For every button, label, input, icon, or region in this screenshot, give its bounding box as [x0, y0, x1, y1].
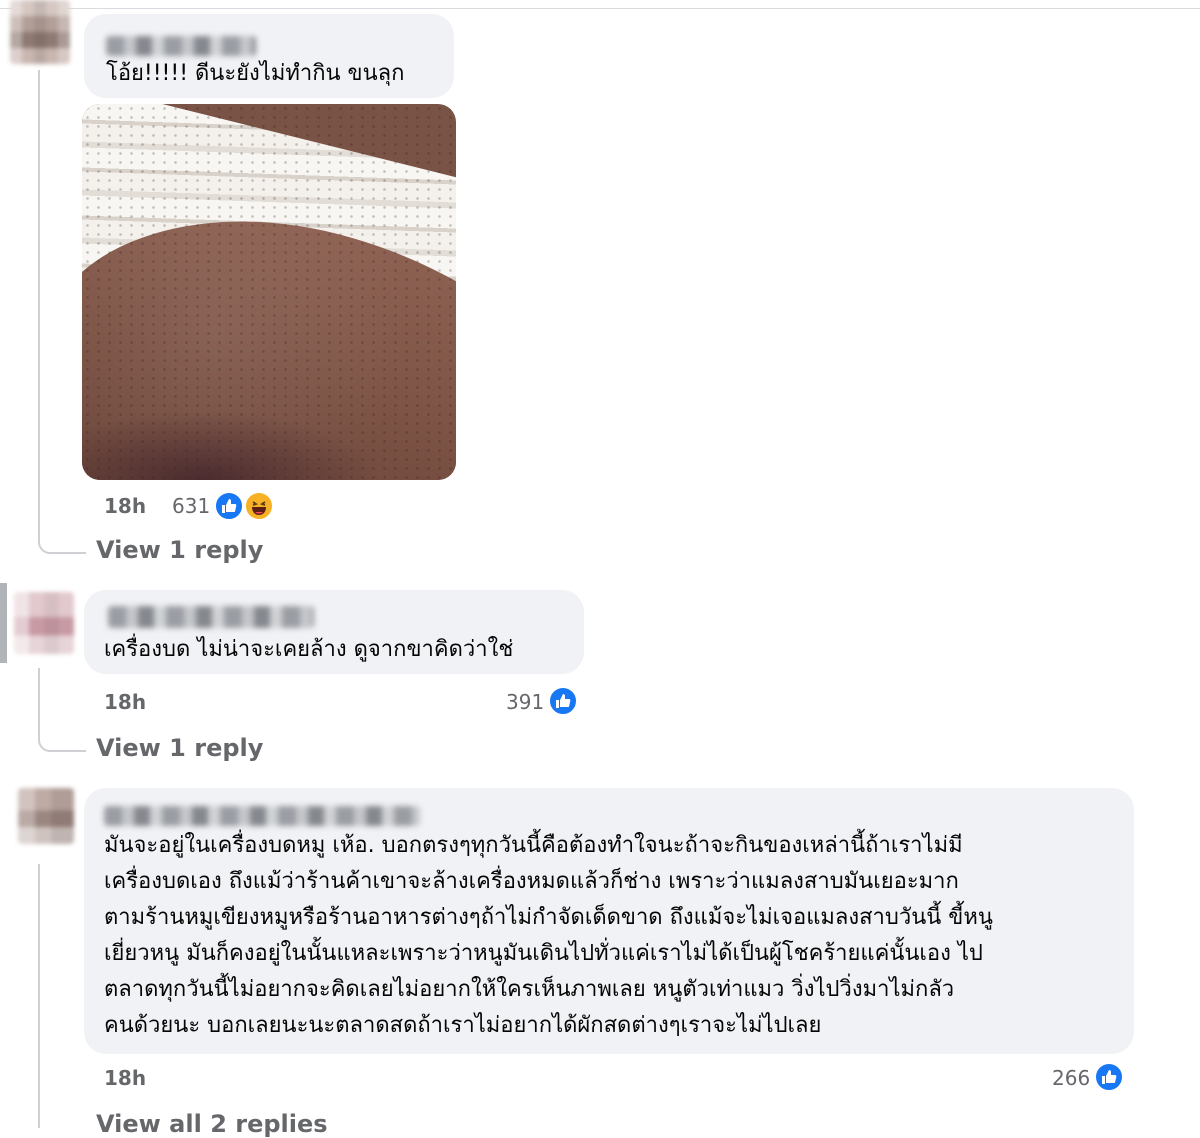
view-replies-link[interactable]: View all 2 replies: [96, 1110, 328, 1138]
comment-timestamp[interactable]: 18h: [104, 690, 146, 714]
reply-thread-line: [38, 668, 86, 752]
avatar[interactable]: [10, 0, 70, 64]
blurred-author-name[interactable]: [106, 36, 256, 56]
comment-text: เครื่องบด ไม่น่าจะเคยล้าง ดูจากขาคิดว่าใ…: [104, 637, 514, 662]
comment-timestamp[interactable]: 18h: [104, 1066, 146, 1090]
comment-photo[interactable]: [82, 104, 456, 480]
blurred-author-name[interactable]: [108, 606, 314, 628]
view-replies-link[interactable]: View 1 reply: [96, 536, 263, 564]
avatar[interactable]: [18, 788, 74, 844]
avatar[interactable]: [14, 592, 74, 654]
reaction-count[interactable]: 266: [1052, 1066, 1090, 1090]
comment-line: มันจะอยู่ในเครื่องบดหมู เห้อ. บอกตรงๆทุก…: [104, 833, 963, 858]
top-divider: [0, 0, 1200, 9]
view-replies-link[interactable]: View 1 reply: [96, 734, 263, 762]
reply-thread-line: [38, 70, 86, 554]
reaction-count[interactable]: 391: [506, 690, 544, 714]
comment-line: ตามร้านหมูเขียงหมูหรือร้านอาหารต่างๆถ้าไ…: [104, 905, 993, 930]
like-icon[interactable]: [1094, 1062, 1124, 1092]
reply-thread-line: [38, 864, 40, 1128]
comment-line: ตลาดทุกวันนี้ไม่อยากจะคิดเลยไม่อยากให้ใค…: [104, 977, 955, 1002]
haha-icon[interactable]: [244, 491, 274, 521]
comment-bubble: โอ้ย!!!!! ดีนะยังไม่ทำกิน ขนลุก: [84, 14, 454, 98]
comment-line: เครื่องบดเอง ถึงแม้ว่าร้านค้าเขาจะล้างเค…: [104, 869, 959, 894]
comment-text: โอ้ย!!!!! ดีนะยังไม่ทำกิน ขนลุก: [106, 61, 405, 86]
photo-shadow: [82, 410, 382, 480]
comment-timestamp[interactable]: 18h: [104, 494, 146, 518]
comment-line: เยี่ยวหนู มันก็คงอยู่ในนั้นแหละเพราะว่าห…: [104, 941, 983, 966]
like-icon[interactable]: [214, 491, 244, 521]
comment-bubble: มันจะอยู่ในเครื่องบดหมู เห้อ. บอกตรงๆทุก…: [84, 788, 1134, 1054]
comment-bubble: เครื่องบด ไม่น่าจะเคยล้าง ดูจากขาคิดว่าใ…: [84, 590, 584, 674]
reaction-count[interactable]: 631: [172, 494, 210, 518]
comment-line: คนด้วยนะ บอกเลยนะนะตลาดสดถ้าเราไม่อยากได…: [104, 1013, 822, 1038]
like-icon[interactable]: [548, 686, 578, 716]
comment-text: มันจะอยู่ในเครื่องบดหมู เห้อ. บอกตรงๆทุก…: [104, 828, 1114, 1044]
blurred-author-name[interactable]: [104, 806, 420, 826]
scroll-marker: [0, 583, 7, 663]
